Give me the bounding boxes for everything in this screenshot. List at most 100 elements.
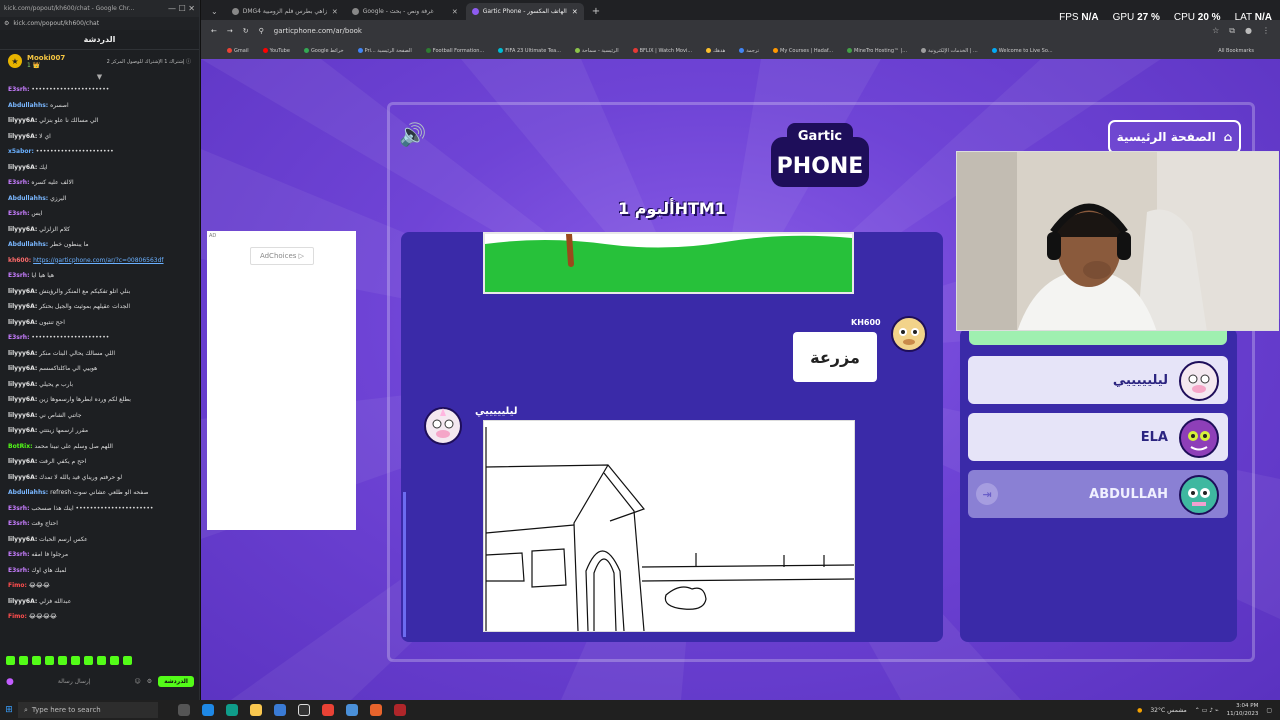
chat-username[interactable]: Abdullahhs:	[8, 241, 48, 248]
address-bar[interactable]: garticphone.com/ar/book	[274, 27, 362, 35]
chat-username[interactable]: lilyyy6A:	[8, 350, 37, 357]
chat-username[interactable]: lilyyy6A:	[8, 303, 37, 310]
mail-icon[interactable]	[274, 704, 286, 716]
folder-icon[interactable]	[250, 704, 262, 716]
emote-icon[interactable]	[19, 656, 28, 665]
adchoices-button[interactable]: AdChoices ▷	[250, 247, 314, 265]
all-bookmarks-button[interactable]: All Bookmarks	[1218, 48, 1254, 54]
chat-username[interactable]: x5abor:	[8, 148, 34, 155]
chat-username[interactable]: lilyyy6A:	[8, 164, 37, 171]
bookmark-item[interactable]: الخدمات الإلكترونية | ...	[921, 48, 978, 54]
forward-icon[interactable]: →	[227, 27, 233, 35]
chat-username[interactable]: E3srh:	[8, 179, 29, 186]
ad-panel[interactable]: AD AdChoices ▷	[207, 231, 356, 530]
bookmark-item[interactable]: ترجمة	[739, 48, 759, 54]
emote-icon[interactable]	[71, 656, 80, 665]
chrome-icon[interactable]	[322, 704, 334, 716]
chat-username[interactable]: E3srh:	[8, 334, 29, 341]
chat-username[interactable]: lilyyy6A:	[8, 117, 37, 124]
emote-icon[interactable]	[32, 656, 41, 665]
clock[interactable]: 3:04 PM 11/10/2023	[1227, 702, 1259, 718]
windows-start-icon[interactable]: ⊞	[0, 705, 18, 715]
home-button[interactable]: الصفحة الرئيسية ⌂	[1108, 120, 1241, 154]
emote-icon[interactable]	[58, 656, 67, 665]
emote-icon[interactable]	[6, 656, 15, 665]
emote-icon[interactable]	[45, 656, 54, 665]
chat-username[interactable]: E3srh:	[8, 567, 29, 574]
chat-username[interactable]: lilyyy6A:	[8, 598, 37, 605]
bookmark-item[interactable]: الرئيسية - سماحة	[575, 48, 619, 54]
new-tab-button[interactable]: +	[586, 3, 606, 20]
chat-username[interactable]: lilyyy6A:	[8, 319, 37, 326]
player-card[interactable]: ⇥ ABDULLAH	[968, 470, 1228, 518]
bookmark-item[interactable]: Football Formation...	[425, 48, 484, 54]
emote-icon[interactable]	[110, 656, 119, 665]
album-scrollbar[interactable]	[403, 492, 406, 637]
emote-icon[interactable]	[97, 656, 106, 665]
site-info-icon[interactable]: ⚲	[259, 27, 264, 35]
chat-username[interactable]: Fimo:	[8, 582, 27, 589]
chat-input[interactable]: إرسال رسالة	[20, 678, 129, 685]
chat-username[interactable]: BotRix:	[8, 443, 33, 450]
chat-username[interactable]: Abdullahhs:	[8, 102, 48, 109]
bookmark-item[interactable]: My Courses | Hadaf...	[773, 48, 833, 54]
tab-zombie[interactable]: DMG4 زاهي بطرس فلم الزومبية ✕	[226, 3, 344, 20]
obs-icon[interactable]	[298, 704, 310, 716]
app-icon[interactable]	[346, 704, 358, 716]
edge-icon[interactable]	[226, 704, 238, 716]
chat-username[interactable]: lilyyy6A:	[8, 288, 37, 295]
pinned-message[interactable]: ★ Mooki007 1 👑 إشتراك 1 الإشتراك للوصول …	[0, 50, 199, 72]
speaker-icon[interactable]: 🔊	[399, 123, 426, 148]
chat-username[interactable]: lilyyy6A:	[8, 536, 37, 543]
chat-username[interactable]: Abdullahhs:	[8, 195, 48, 202]
kick-player-icon[interactable]: ⇥	[976, 483, 998, 505]
tab-search-icon[interactable]: ⌄	[205, 3, 224, 20]
back-icon[interactable]: ←	[211, 27, 217, 35]
chat-username[interactable]: E3srh:	[8, 272, 29, 279]
chat-username[interactable]: lilyyy6A:	[8, 427, 37, 434]
settings-icon[interactable]: ⚙	[147, 678, 152, 685]
bookmark-item[interactable]: YouTube	[262, 48, 290, 54]
emoji-icon[interactable]: ☺	[134, 678, 140, 685]
bookmark-item[interactable]: BFLIX | Watch Movi...	[632, 48, 692, 54]
bookmark-item[interactable]: Pri... الصفحة الرئيسية	[357, 48, 412, 54]
chat-username[interactable]: lilyyy6A:	[8, 412, 37, 419]
player-card[interactable]: ليليييييي	[968, 356, 1228, 404]
tab-gartic[interactable]: Gartic Phone - الهاتف المكسور ✕	[465, 3, 584, 20]
chat-username[interactable]: lilyyy6A:	[8, 474, 37, 481]
chat-username[interactable]: lilyyy6A:	[8, 133, 37, 140]
close-icon[interactable]: ✕	[452, 8, 458, 16]
chat-username[interactable]: lilyyy6A:	[8, 381, 37, 388]
app-icon[interactable]	[394, 704, 406, 716]
bookmark-item[interactable]: MineTro Hosting™ |...	[847, 48, 907, 54]
microphone-icon[interactable]: ●	[6, 677, 14, 687]
player-card[interactable]: ELA	[968, 413, 1228, 461]
chat-username[interactable]: Fimo:	[8, 613, 27, 620]
chat-username[interactable]: E3srh:	[8, 210, 29, 217]
bookmark-item[interactable]: هدهك	[706, 48, 725, 54]
chat-username[interactable]: lilyyy6A:	[8, 226, 37, 233]
chat-username[interactable]: E3srh:	[8, 86, 29, 93]
window-controls[interactable]: — ☐ ✕	[168, 4, 195, 13]
emote-icon[interactable]	[123, 656, 132, 665]
app-icon[interactable]	[370, 704, 382, 716]
chat-username[interactable]: lilyyy6A:	[8, 365, 37, 372]
send-button[interactable]: الدردشة	[158, 676, 194, 687]
chat-username[interactable]: Abdullahhs:	[8, 489, 48, 496]
chat-username[interactable]: E3srh:	[8, 551, 29, 558]
chat-username[interactable]: kh600:	[8, 257, 31, 264]
notification-icon[interactable]: ▢	[1266, 707, 1272, 714]
chat-username[interactable]: E3srh:	[8, 520, 29, 527]
bookmark-item[interactable]: Welcome to Live So...	[991, 48, 1053, 54]
task-view-icon[interactable]	[178, 704, 190, 716]
bookmark-item[interactable]: Google خرائط	[303, 48, 344, 54]
close-icon[interactable]: ✕	[572, 8, 578, 16]
chat-username[interactable]: lilyyy6A:	[8, 396, 37, 403]
bookmark-item[interactable]: Gmail	[227, 48, 249, 54]
close-icon[interactable]: ✕	[332, 8, 338, 16]
tab-google[interactable]: Google - غرفة ونص - بحث ✕	[346, 3, 464, 20]
emote-icon[interactable]	[84, 656, 93, 665]
chat-username[interactable]: E3srh:	[8, 505, 29, 512]
chevron-down-icon[interactable]: ▼	[0, 72, 199, 82]
tray-icons[interactable]: ⌃ ▭ ♪ ⌁	[1195, 707, 1219, 714]
